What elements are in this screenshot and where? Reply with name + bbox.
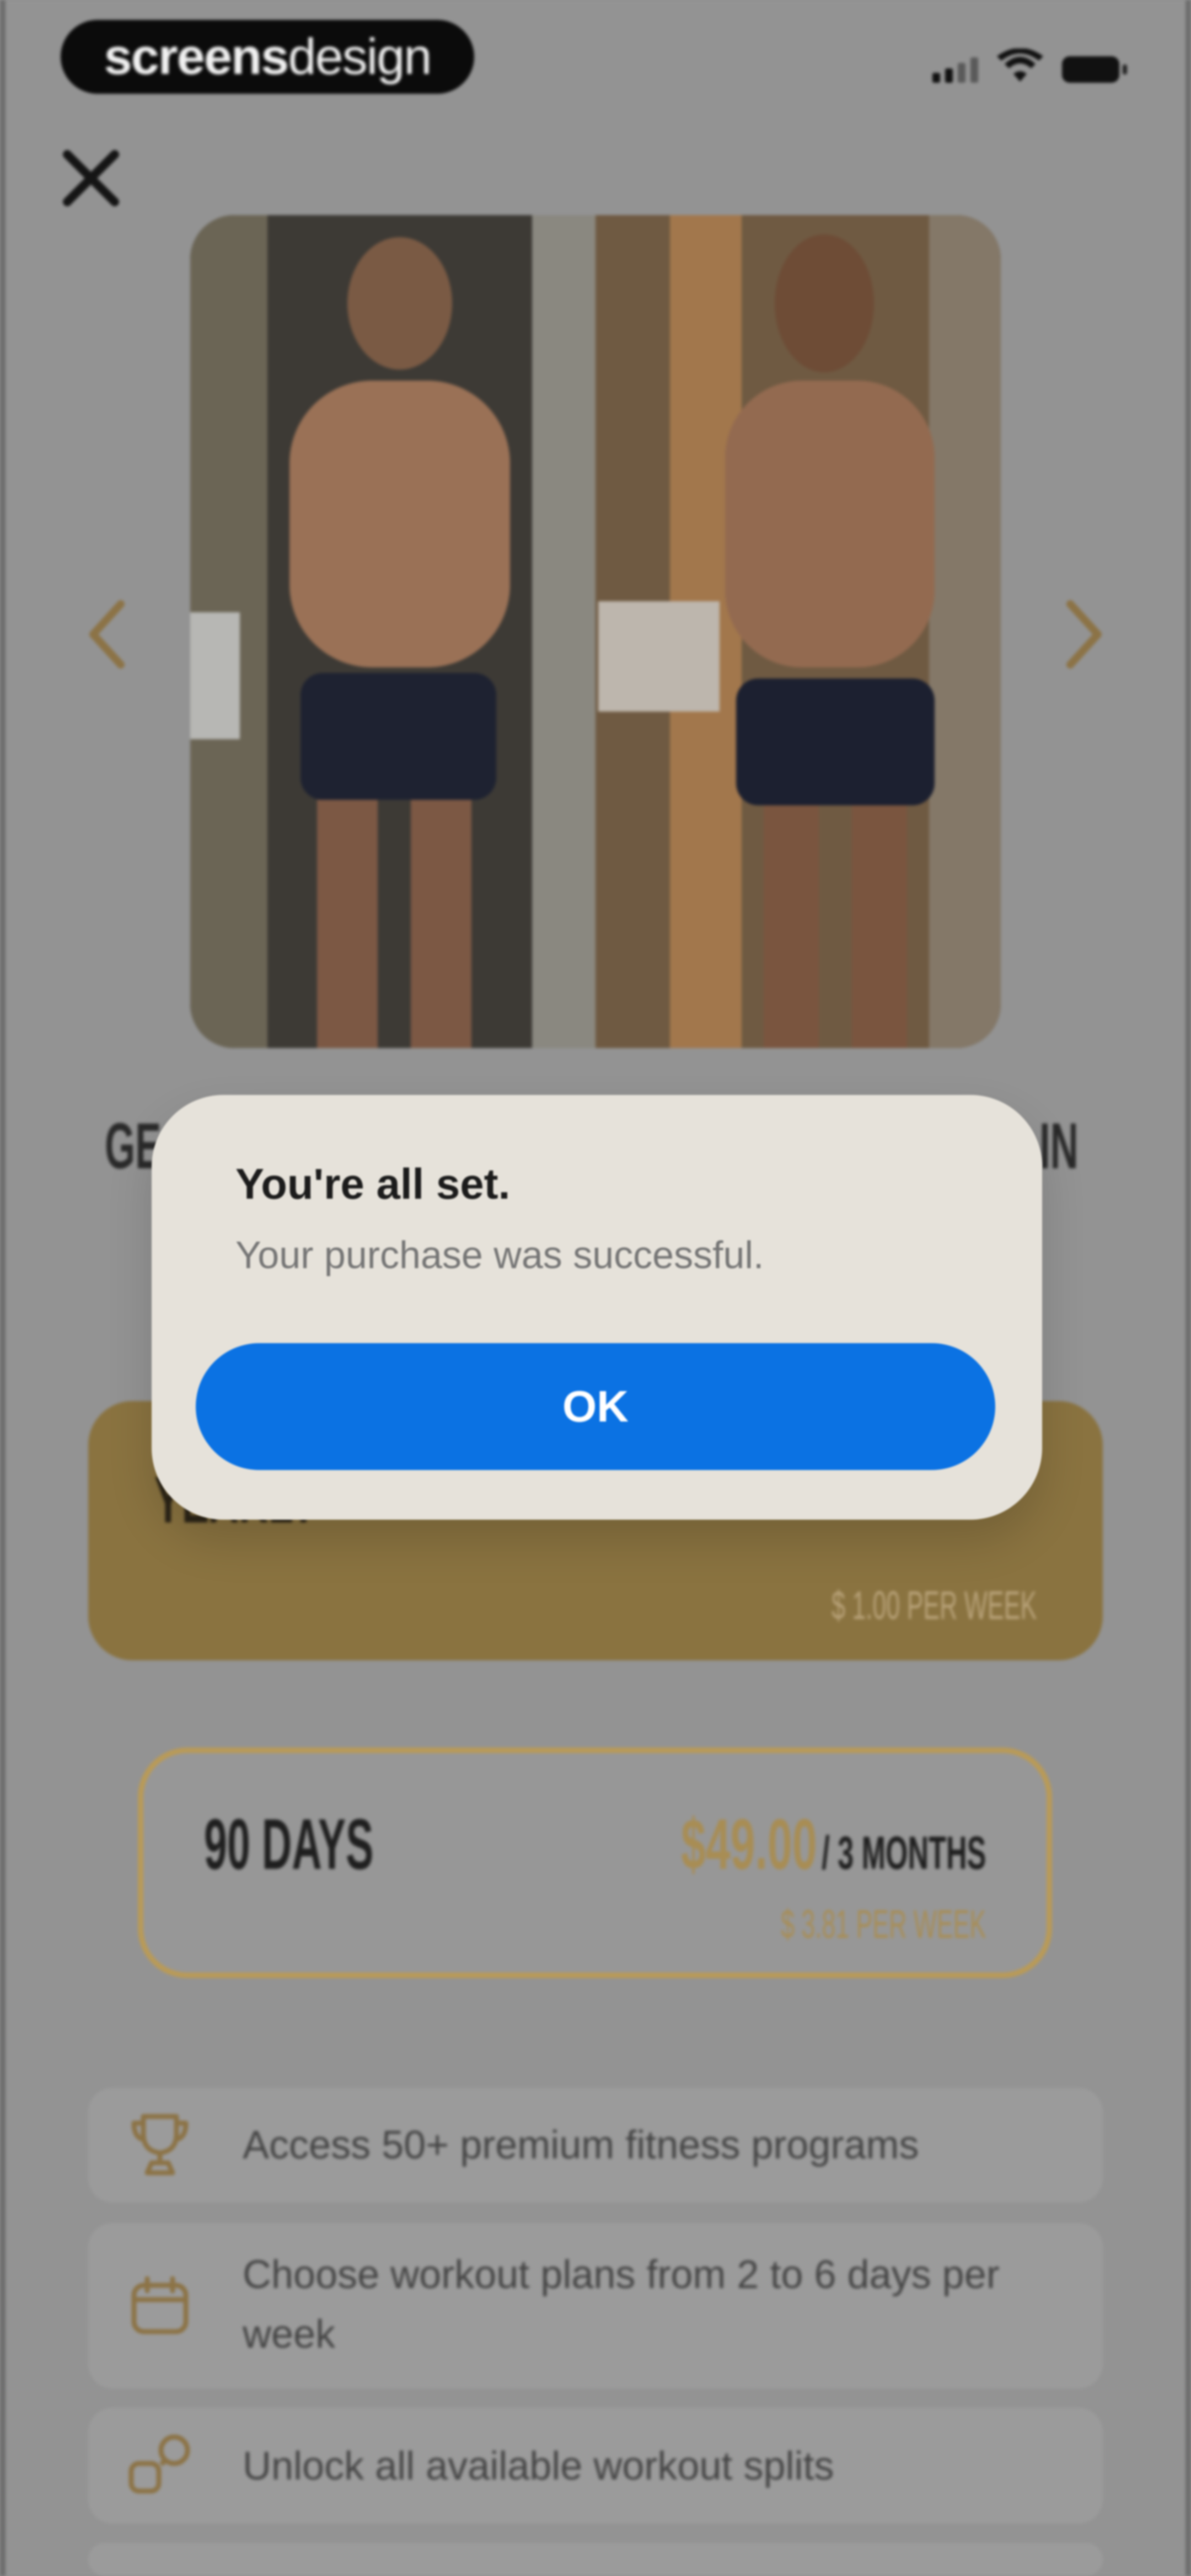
previous-photo-button[interactable] xyxy=(77,590,138,678)
feature-text: Unlock all available workout splits xyxy=(243,2444,834,2488)
next-photo-button[interactable] xyxy=(1053,590,1114,678)
feature-text: Choose workout plans from 2 to 6 days pe… xyxy=(243,2253,1000,2356)
calendar-icon xyxy=(127,2273,193,2339)
before-after-image xyxy=(190,215,1001,1048)
status-icons xyxy=(932,49,1127,83)
feature-item-partial xyxy=(88,2543,1103,2576)
feature-text: Access 50+ premium fitness programs xyxy=(243,2123,919,2167)
feature-item: Choose workout plans from 2 to 6 days pe… xyxy=(88,2223,1103,2388)
split-icon xyxy=(127,2433,193,2499)
battery-icon xyxy=(1062,56,1127,83)
close-button[interactable] xyxy=(55,142,127,214)
brand-watermark: screensdesign xyxy=(61,20,474,94)
close-icon xyxy=(63,150,119,206)
plan-price: $49.00 xyxy=(680,1804,817,1884)
device-frame-right xyxy=(1185,0,1191,2576)
dialog-title: You're all set. xyxy=(235,1159,511,1208)
plan-name: 90 DAYS xyxy=(204,1804,374,1884)
before-after-photo xyxy=(190,215,1001,1048)
device-frame-left xyxy=(0,0,6,2576)
plan-per-week: $ 3.81 PER WEEK xyxy=(780,1902,986,1947)
plan-card-90-days[interactable]: 90 DAYS $49.00 / 3 MONTHS $ 3.81 PER WEE… xyxy=(138,1747,1052,1978)
headline-right-fragment: IN xyxy=(1039,1110,1079,1183)
plan-period: / 3 MONTHS xyxy=(821,1827,986,1879)
plan-price-row: $49.00 / 3 MONTHS xyxy=(681,1803,986,1885)
cellular-signal-icon xyxy=(932,57,978,83)
brand-logo-text: screensdesign xyxy=(104,28,432,85)
wifi-icon xyxy=(997,49,1043,82)
feature-item: Access 50+ premium fitness programs xyxy=(88,2088,1103,2203)
purchase-success-dialog: You're all set. Your purchase was succes… xyxy=(152,1095,1042,1520)
feature-item: Unlock all available workout splits xyxy=(88,2408,1103,2524)
plan-per-week: $ 1.00 PER WEEK xyxy=(831,1584,1037,1628)
trophy-icon xyxy=(127,2112,193,2178)
ok-button[interactable]: OK xyxy=(196,1343,995,1470)
chevron-right-icon xyxy=(1066,600,1102,669)
chevron-left-icon xyxy=(89,600,125,669)
dialog-message: Your purchase was successful. xyxy=(235,1233,764,1276)
